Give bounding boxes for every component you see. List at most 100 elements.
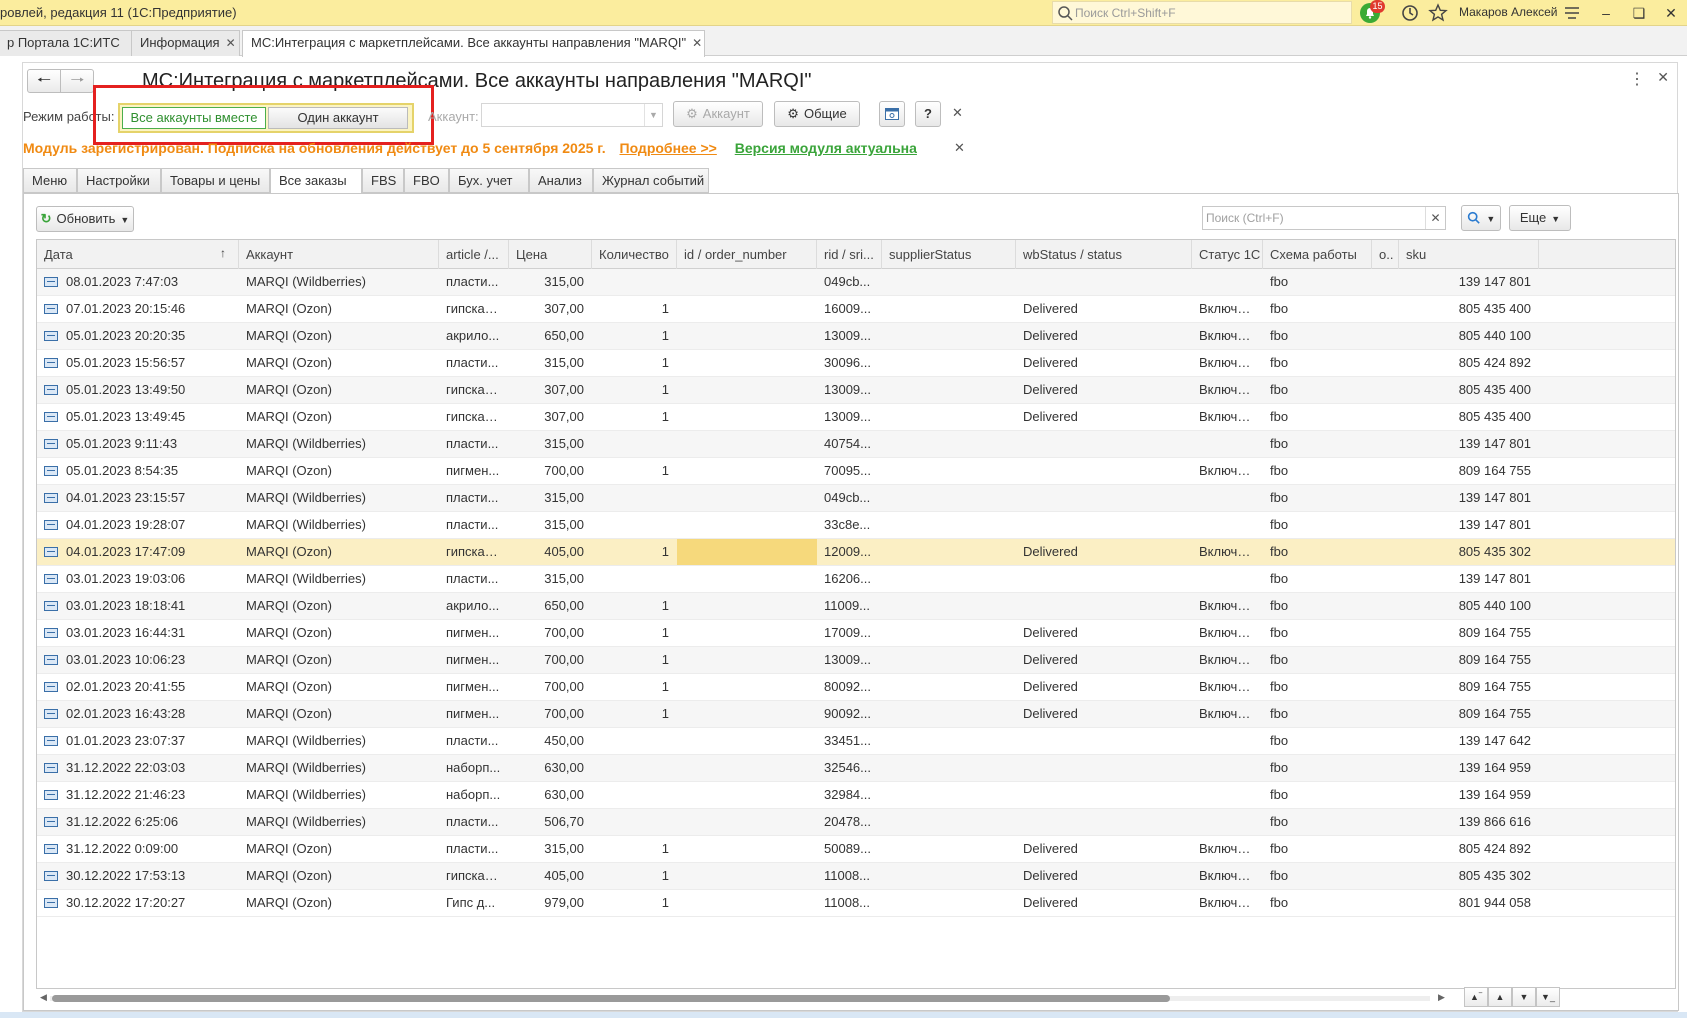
cell-work-scheme[interactable]: fbo	[1263, 755, 1372, 781]
table-row[interactable]: 04.01.2023 23:15:57 MARQI (Wildberries) пл…	[37, 485, 1675, 512]
cell-date[interactable]: 07.01.2023 20:15:46	[37, 296, 239, 322]
column-header-date[interactable]: Дата ↑	[37, 240, 239, 269]
cell-article[interactable]: пласти...	[439, 809, 509, 835]
restore-icon[interactable]: ❏	[1628, 3, 1650, 23]
cell-date[interactable]: 05.01.2023 8:54:35	[37, 458, 239, 484]
cell-article[interactable]: наборп...	[439, 755, 509, 781]
account-settings-button[interactable]: ⚙ Аккаунт	[673, 101, 763, 127]
table-row[interactable]: 01.01.2023 23:07:37 MARQI (Wildberries) пл…	[37, 728, 1675, 755]
cell-account[interactable]: MARQI (Wildberries)	[239, 755, 439, 781]
cell-date[interactable]: 03.01.2023 19:03:06	[37, 566, 239, 592]
cell-rid[interactable]: 80092...	[817, 674, 882, 700]
minimize-icon[interactable]: –	[1595, 3, 1617, 23]
cell-wb-status[interactable]	[1016, 728, 1192, 754]
cell-work-scheme[interactable]: fbo	[1263, 782, 1372, 808]
tab-products-prices[interactable]: Товары и цены	[161, 168, 270, 193]
cell-status-1c[interactable]	[1192, 566, 1263, 592]
cell-date[interactable]: 31.12.2022 21:46:23	[37, 782, 239, 808]
table-row[interactable]: 31.12.2022 0:09:00 MARQI (Ozon) пласти... 3…	[37, 836, 1675, 863]
cell-article[interactable]: пласти...	[439, 350, 509, 376]
cell-wb-status[interactable]: Delivered	[1016, 620, 1192, 646]
cell-wb-status[interactable]: Delivered	[1016, 674, 1192, 700]
cell-rid[interactable]: 32984...	[817, 782, 882, 808]
cell-work-scheme[interactable]: fbo	[1263, 485, 1372, 511]
cell-other[interactable]	[1372, 701, 1399, 727]
cell-order-number[interactable]	[677, 782, 817, 808]
close-icon[interactable]: ✕	[1660, 3, 1682, 23]
cell-order-number[interactable]	[677, 269, 817, 295]
cell-price[interactable]: 450,00	[509, 728, 592, 754]
cell-article[interactable]: пласти...	[439, 566, 509, 592]
cell-status-1c[interactable]: Включе...	[1192, 323, 1263, 349]
cell-quantity[interactable]: 1	[592, 377, 677, 403]
cell-price[interactable]: 307,00	[509, 404, 592, 430]
cell-price[interactable]: 650,00	[509, 593, 592, 619]
table-row[interactable]: 08.01.2023 7:47:03 MARQI (Wildberries) пла…	[37, 269, 1675, 296]
cell-status-1c[interactable]: Включе...	[1192, 404, 1263, 430]
cell-wb-status[interactable]	[1016, 485, 1192, 511]
cell-order-number[interactable]	[677, 593, 817, 619]
cell-date[interactable]: 03.01.2023 10:06:23	[37, 647, 239, 673]
cell-sku[interactable]: 809 164 755	[1399, 701, 1539, 727]
cell-sku[interactable]: 139 866 616	[1399, 809, 1539, 835]
column-header-price[interactable]: Цена	[509, 240, 592, 269]
cell-status-1c[interactable]	[1192, 485, 1263, 511]
cell-supplier-status[interactable]	[882, 269, 1016, 295]
cell-account[interactable]: MARQI (Ozon)	[239, 296, 439, 322]
cell-account[interactable]: MARQI (Wildberries)	[239, 566, 439, 592]
cell-sku[interactable]: 805 424 892	[1399, 350, 1539, 376]
cell-other[interactable]	[1372, 350, 1399, 376]
column-header-sku[interactable]: sku	[1399, 240, 1539, 269]
tab-fbo[interactable]: FBO	[404, 168, 449, 193]
user-name[interactable]: Макаров Алексей	[1459, 5, 1558, 19]
cell-article[interactable]: гипскак...	[439, 377, 509, 403]
close-tab-icon[interactable]: ✕	[226, 36, 236, 50]
cell-price[interactable]: 315,00	[509, 485, 592, 511]
cell-supplier-status[interactable]	[882, 458, 1016, 484]
cell-work-scheme[interactable]: fbo	[1263, 620, 1372, 646]
cell-wb-status[interactable]	[1016, 593, 1192, 619]
cell-wb-status[interactable]: Delivered	[1016, 377, 1192, 403]
tab-fbs[interactable]: FBS	[362, 168, 404, 193]
cell-supplier-status[interactable]	[882, 323, 1016, 349]
table-row[interactable]: 31.12.2022 21:46:23 MARQI (Wildberries) на…	[37, 782, 1675, 809]
cell-supplier-status[interactable]	[882, 539, 1016, 565]
cell-date[interactable]: 05.01.2023 20:20:35	[37, 323, 239, 349]
cell-wb-status[interactable]: Delivered	[1016, 404, 1192, 430]
cell-account[interactable]: MARQI (Ozon)	[239, 836, 439, 862]
cell-rid[interactable]: 11009...	[817, 593, 882, 619]
go-first-icon[interactable]: ▲‾	[1464, 987, 1488, 1007]
cell-rid[interactable]: 32546...	[817, 755, 882, 781]
cell-date[interactable]: 05.01.2023 15:56:57	[37, 350, 239, 376]
scroll-thumb[interactable]	[52, 995, 1170, 1002]
table-row[interactable]: 02.01.2023 20:41:55 MARQI (Ozon) пигмен...…	[37, 674, 1675, 701]
cell-sku[interactable]: 805 435 400	[1399, 377, 1539, 403]
tab-menu[interactable]: Меню	[23, 168, 77, 193]
cell-other[interactable]	[1372, 728, 1399, 754]
cell-price[interactable]: 700,00	[509, 701, 592, 727]
cell-quantity[interactable]: 1	[592, 404, 677, 430]
column-header-other[interactable]: о..	[1372, 240, 1399, 269]
cell-account[interactable]: MARQI (Wildberries)	[239, 512, 439, 538]
cell-other[interactable]	[1372, 458, 1399, 484]
cell-date[interactable]: 30.12.2022 17:53:13	[37, 863, 239, 889]
cell-other[interactable]	[1372, 782, 1399, 808]
cell-sku[interactable]: 801 944 058	[1399, 890, 1539, 916]
cell-quantity[interactable]	[592, 431, 677, 457]
cell-article[interactable]: наборп...	[439, 782, 509, 808]
star-icon[interactable]	[1428, 3, 1448, 23]
cell-rid[interactable]: 16009...	[817, 296, 882, 322]
cell-work-scheme[interactable]: fbo	[1263, 728, 1372, 754]
cell-status-1c[interactable]	[1192, 728, 1263, 754]
cell-price[interactable]: 315,00	[509, 350, 592, 376]
cell-account[interactable]: MARQI (Wildberries)	[239, 269, 439, 295]
cell-quantity[interactable]	[592, 728, 677, 754]
cell-order-number[interactable]	[677, 890, 817, 916]
cell-sku[interactable]: 805 440 100	[1399, 323, 1539, 349]
table-row[interactable]: 31.12.2022 6:25:06 MARQI (Wildberries) пла…	[37, 809, 1675, 836]
cell-article[interactable]: акрило...	[439, 323, 509, 349]
cell-other[interactable]	[1372, 755, 1399, 781]
cell-work-scheme[interactable]: fbo	[1263, 296, 1372, 322]
cell-article[interactable]: пигмен...	[439, 701, 509, 727]
cell-work-scheme[interactable]: fbo	[1263, 269, 1372, 295]
